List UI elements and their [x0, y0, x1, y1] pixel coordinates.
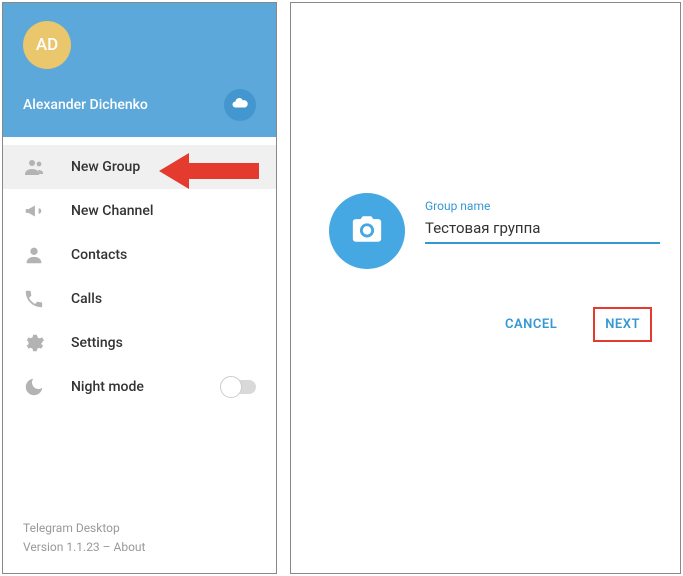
next-button[interactable]: NEXT	[597, 309, 648, 340]
person-icon	[23, 244, 51, 266]
next-button-highlight: NEXT	[593, 307, 652, 342]
footer-about-link[interactable]: About	[114, 540, 146, 554]
footer-app: Telegram Desktop	[23, 519, 145, 538]
megaphone-icon	[23, 200, 51, 222]
menu-item-contacts[interactable]: Contacts	[3, 233, 276, 277]
footer-version: Version 1.1.23 –	[23, 540, 114, 554]
modal-actions: CANCEL NEXT	[291, 269, 680, 342]
menu-item-calls[interactable]: Calls	[3, 277, 276, 321]
form-column: Group name	[425, 193, 660, 244]
menu-label: Night mode	[71, 379, 144, 395]
menu-label: New Group	[71, 159, 140, 175]
group-name-input[interactable]	[425, 217, 660, 244]
menu: New Group New Channel Contacts Calls Set…	[3, 137, 276, 409]
sidebar-panel: AD Alexander Dichenko New Group New Chan…	[2, 2, 277, 574]
camera-icon	[350, 212, 384, 250]
gear-icon	[23, 332, 51, 354]
menu-item-settings[interactable]: Settings	[3, 321, 276, 365]
menu-item-night-mode[interactable]: Night mode	[3, 365, 276, 409]
sidebar-header: AD Alexander Dichenko	[3, 3, 276, 137]
menu-label: Calls	[71, 291, 102, 307]
night-mode-toggle[interactable]	[222, 380, 256, 394]
cancel-button[interactable]: CANCEL	[497, 307, 565, 342]
avatar-initials: AD	[36, 35, 58, 55]
cloud-icon	[231, 94, 249, 116]
menu-label: New Channel	[71, 203, 153, 219]
group-photo-button[interactable]	[329, 193, 405, 269]
user-name: Alexander Dichenko	[23, 97, 148, 113]
sidebar-footer: Telegram Desktop Version 1.1.23 – About	[23, 519, 145, 557]
menu-item-new-group[interactable]: New Group	[3, 145, 276, 189]
avatar[interactable]: AD	[23, 21, 71, 69]
phone-icon	[23, 288, 51, 310]
menu-label: Settings	[71, 335, 123, 351]
modal-body: Group name	[291, 3, 680, 269]
menu-item-new-channel[interactable]: New Channel	[3, 189, 276, 233]
group-icon	[23, 155, 51, 179]
moon-icon	[23, 376, 51, 398]
menu-label: Contacts	[71, 247, 127, 263]
group-name-label: Group name	[425, 199, 660, 213]
new-group-modal: Group name CANCEL NEXT	[290, 2, 681, 574]
user-row: Alexander Dichenko	[23, 89, 256, 121]
saved-messages-button[interactable]	[224, 89, 256, 121]
